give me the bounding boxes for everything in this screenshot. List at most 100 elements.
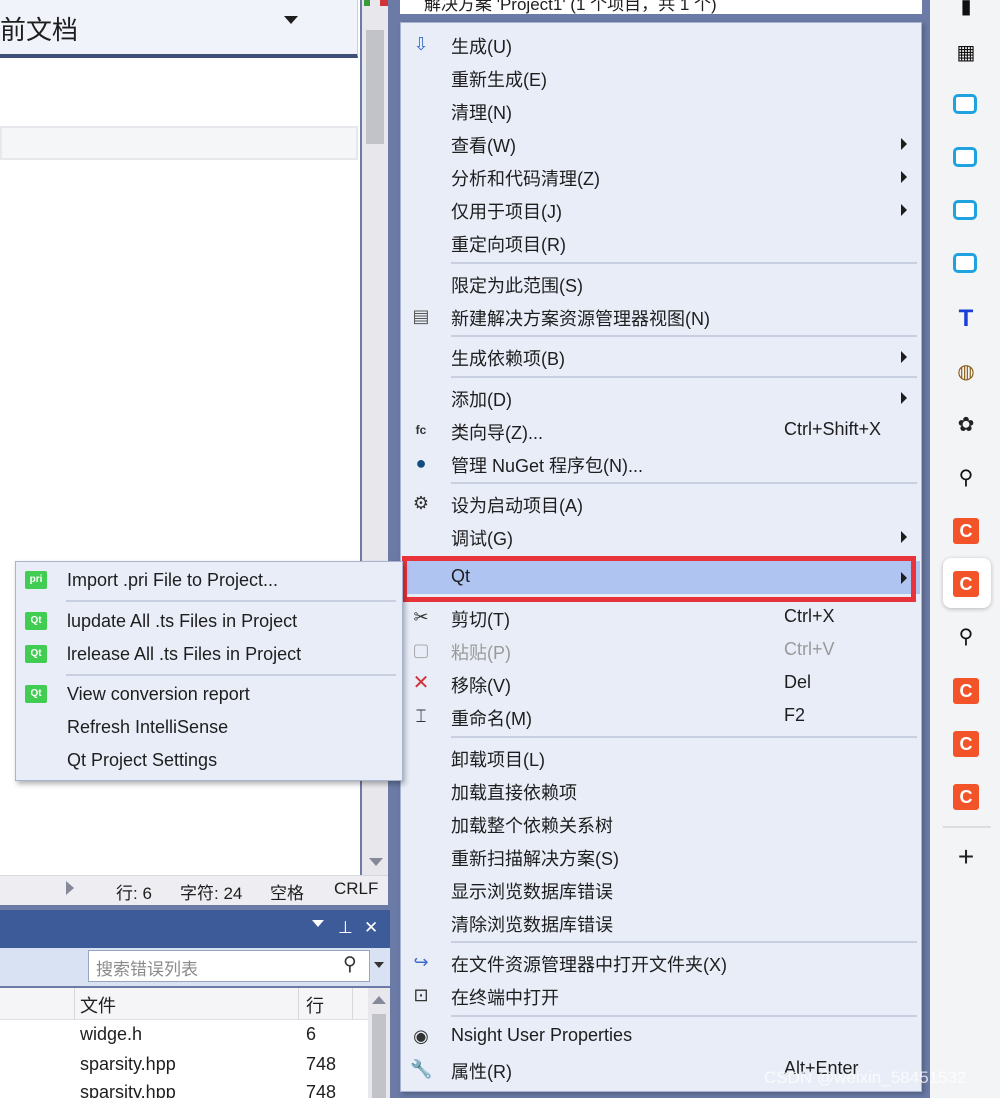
status-space[interactable]: 空格 [270, 879, 304, 904]
column-divider[interactable] [74, 988, 75, 1020]
menu-item-build-deps[interactable]: 生成依赖项(B) [401, 340, 920, 373]
submenu-item-conversion-report[interactable]: Qt View conversion report [16, 679, 401, 712]
chevron-down-icon[interactable] [284, 16, 298, 24]
highlight-box [402, 556, 916, 602]
menu-item-view[interactable]: 查看(W) [401, 127, 920, 160]
wrench-icon: 🔧 [410, 1059, 433, 1079]
bilibili-icon[interactable] [953, 94, 979, 120]
submenu-item-project-settings[interactable]: Qt Project Settings [16, 745, 401, 778]
row-line[interactable]: 748 [306, 1054, 336, 1075]
menu-item-unload[interactable]: 卸载项目(L) [401, 741, 920, 774]
scrollbar-thumb[interactable] [372, 1014, 386, 1098]
submenu-item-lupdate[interactable]: Qt lupdate All .ts Files in Project [16, 606, 401, 639]
csdn-icon[interactable]: C [953, 784, 979, 810]
submenu-arrow-icon [901, 171, 907, 183]
submenu-item-refresh-intellisense[interactable]: Refresh IntelliSense [16, 712, 401, 745]
menu-item-debug[interactable]: 调试(G) [401, 520, 920, 553]
column-header-line[interactable]: 行 [306, 992, 324, 1018]
chatgpt-icon[interactable]: ✿ [953, 412, 979, 438]
menu-separator [451, 482, 917, 484]
status-eol[interactable]: CRLF [334, 879, 378, 899]
change-marker [364, 0, 370, 6]
row-line[interactable]: 748 [306, 1082, 336, 1098]
csdn-icon[interactable]: C [953, 518, 979, 544]
menu-item-new-view[interactable]: ▤ 新建解决方案资源管理器视图(N) [401, 300, 920, 333]
bilibili-icon[interactable] [953, 147, 979, 173]
csdn-icon[interactable]: C [953, 571, 979, 597]
scroll-right-icon[interactable] [66, 881, 74, 895]
search-icon[interactable]: ⚲ [953, 465, 979, 491]
menu-item-paste[interactable]: ▢ 粘贴(P) Ctrl+V [401, 634, 920, 667]
row-line[interactable]: 6 [306, 1024, 316, 1045]
menu-item-class-wizard[interactable]: fc 类向导(Z)... Ctrl+Shift+X [401, 414, 920, 447]
add-icon[interactable]: + [953, 843, 979, 871]
scroll-down-icon[interactable] [369, 858, 383, 866]
menu-item-nuget[interactable]: ● 管理 NuGet 程序包(N)... [401, 447, 920, 480]
menu-item-remove[interactable]: ✕ 移除(V) Del [401, 667, 920, 700]
report-icon: Qt [25, 685, 47, 703]
menu-item-clean[interactable]: 清理(N) [401, 94, 920, 127]
bilibili-icon[interactable] [953, 200, 979, 226]
submenu-arrow-icon [901, 392, 907, 404]
menu-item-build[interactable]: ⇩ 生成(U) [401, 28, 920, 61]
sidebar-toggle-icon[interactable]: ▮ [953, 0, 979, 20]
error-marker [380, 0, 388, 6]
submenu-item-import-pri[interactable]: pri Import .pri File to Project... [16, 565, 401, 598]
pin-icon[interactable]: ⊥ [338, 918, 353, 938]
menu-item-rescan[interactable]: 重新扫描解决方案(S) [401, 840, 920, 873]
window-menu-icon[interactable] [312, 920, 324, 927]
search-icon[interactable]: ⚲ [953, 624, 979, 650]
scrollbar-thumb[interactable] [366, 30, 384, 144]
menu-separator [451, 262, 917, 264]
menu-separator [451, 1015, 917, 1017]
new-view-icon: ▤ [412, 306, 430, 326]
menu-item-nsight[interactable]: ◉ Nsight User Properties [401, 1020, 920, 1053]
menu-item-clear-db-errors[interactable]: 清除浏览数据库错误 [401, 906, 920, 939]
row-file[interactable]: widge.h [80, 1024, 142, 1045]
menu-item-scope[interactable]: 限定为此范围(S) [401, 267, 920, 300]
class-wizard-icon: fc [415, 423, 427, 437]
csdn-icon[interactable]: C [953, 678, 979, 704]
search-icon[interactable]: ⚲ [343, 953, 357, 976]
menu-item-set-startup[interactable]: ⚙ 设为启动项目(A) [401, 487, 920, 520]
menu-item-open-terminal[interactable]: ⊡ 在终端中打开 [401, 979, 920, 1012]
nuget-icon: ● [415, 453, 427, 473]
row-file[interactable]: sparsity.hpp [80, 1082, 176, 1098]
scroll-up-icon[interactable] [372, 996, 386, 1004]
menu-item-project-only[interactable]: 仅用于项目(J) [401, 193, 920, 226]
chevron-down-icon[interactable] [374, 962, 384, 968]
status-line: 行: 6 [116, 884, 152, 903]
menu-item-show-db-errors[interactable]: 显示浏览数据库错误 [401, 873, 920, 906]
menu-item-load-all-deps[interactable]: 加载整个依赖关系树 [401, 807, 920, 840]
column-divider[interactable] [298, 988, 299, 1020]
column-header-file[interactable]: 文件 [80, 992, 116, 1018]
tt-icon[interactable]: T [953, 306, 979, 332]
menu-item-rename[interactable]: ⌶ 重命名(M) F2 [401, 700, 920, 733]
open-folder-icon: ↪ [413, 952, 429, 972]
app-icon[interactable]: ◍ [953, 359, 979, 385]
status-char: 字符: 24 [180, 884, 243, 903]
terminal-icon: ⊡ [413, 985, 429, 1005]
menu-item-cut[interactable]: ✂ 剪切(T) Ctrl+X [401, 601, 920, 634]
solution-node[interactable]: 解决方案 'Project1' (1 个项目，共 1 个) [424, 0, 717, 15]
submenu-item-lrelease[interactable]: Qt lrelease All .ts Files in Project [16, 639, 401, 672]
gear-icon: ⚙ [412, 493, 430, 513]
menu-item-analyze[interactable]: 分析和代码清理(Z) [401, 160, 920, 193]
submenu-arrow-icon [901, 204, 907, 216]
menu-item-open-folder[interactable]: ↪ 在文件资源管理器中打开文件夹(X) [401, 946, 920, 979]
csdn-icon[interactable]: C [953, 731, 979, 757]
menu-item-rebuild[interactable]: 重新生成(E) [401, 61, 920, 94]
menu-item-load-direct-deps[interactable]: 加载直接依赖项 [401, 774, 920, 807]
error-search-placeholder: 搜索错误列表 [96, 960, 198, 979]
calendar-icon[interactable]: ▦ [953, 40, 979, 66]
navigation-bar[interactable] [0, 126, 358, 160]
delete-icon: ✕ [412, 672, 430, 694]
row-file[interactable]: sparsity.hpp [80, 1054, 176, 1075]
menu-item-add[interactable]: 添加(D) [401, 381, 920, 414]
submenu-arrow-icon [901, 351, 907, 363]
close-icon[interactable]: ✕ [364, 918, 378, 938]
menu-item-retarget[interactable]: 重定向项目(R) [401, 226, 920, 259]
bilibili-icon[interactable] [953, 253, 979, 279]
qt-icon: Qt [25, 645, 47, 663]
column-divider[interactable] [352, 988, 353, 1020]
